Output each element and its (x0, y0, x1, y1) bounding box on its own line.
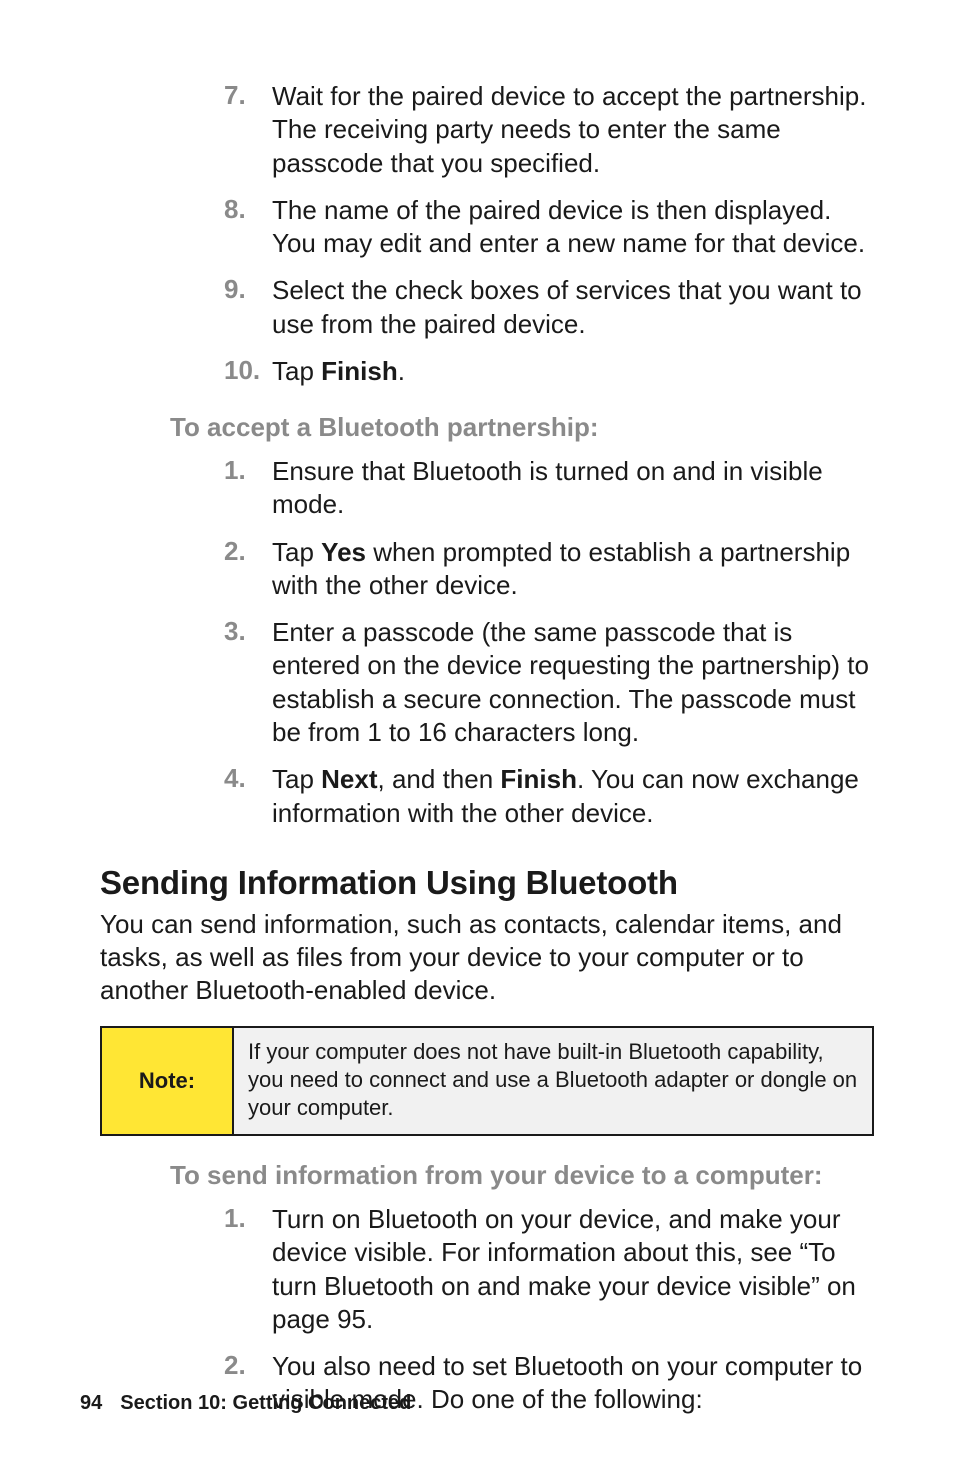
list-text: Turn on Bluetooth on your device, and ma… (272, 1203, 874, 1336)
page-footer: 94 Section 10: Getting Connected (80, 1392, 411, 1415)
page-number: 94 (80, 1392, 102, 1414)
note-body: If your computer does not have built-in … (234, 1028, 872, 1134)
list-text: Wait for the paired device to accept the… (272, 80, 874, 180)
list-text: The name of the paired device is then di… (272, 194, 874, 261)
subheading-send: To send information from your device to … (170, 1160, 874, 1191)
bold-run: Finish (321, 356, 398, 386)
list-marker: 4. (220, 763, 272, 830)
heading-sending-info: Sending Information Using Bluetooth (100, 864, 874, 902)
text-run: Tap (272, 356, 321, 386)
list-section-b: 1. Ensure that Bluetooth is turned on an… (220, 455, 874, 830)
page: 7. Wait for the paired device to accept … (0, 0, 954, 1471)
list-marker: 7. (220, 80, 272, 180)
text-run: , and then (378, 764, 501, 794)
list-marker: 8. (220, 194, 272, 261)
note-box: Note: If your computer does not have bui… (100, 1026, 874, 1136)
note-label: Note: (102, 1028, 234, 1134)
list-section-c: 1. Turn on Bluetooth on your device, and… (220, 1203, 874, 1417)
list-marker: 2. (220, 536, 272, 603)
text-run: . (398, 356, 405, 386)
list-item: 8. The name of the paired device is then… (220, 194, 874, 261)
list-section-a: 7. Wait for the paired device to accept … (220, 80, 874, 388)
bold-run: Next (321, 764, 377, 794)
list-item: 1. Turn on Bluetooth on your device, and… (220, 1203, 874, 1336)
list-item: 3. Enter a passcode (the same passcode t… (220, 616, 874, 749)
list-text: Tap Yes when prompted to establish a par… (272, 536, 874, 603)
list-item: 4. Tap Next, and then Finish. You can no… (220, 763, 874, 830)
list-item: 1. Ensure that Bluetooth is turned on an… (220, 455, 874, 522)
bold-run: Yes (321, 537, 366, 567)
list-marker: 3. (220, 616, 272, 749)
intro-paragraph: You can send information, such as contac… (100, 908, 874, 1008)
list-item: 2. Tap Yes when prompted to establish a … (220, 536, 874, 603)
list-item: 7. Wait for the paired device to accept … (220, 80, 874, 180)
list-text: Ensure that Bluetooth is turned on and i… (272, 455, 874, 522)
list-text: Enter a passcode (the same passcode that… (272, 616, 874, 749)
text-run: Tap (272, 764, 321, 794)
list-text: Tap Next, and then Finish. You can now e… (272, 763, 874, 830)
list-marker: 9. (220, 274, 272, 341)
list-marker: 1. (220, 455, 272, 522)
list-marker: 10. (220, 355, 272, 388)
subheading-accept: To accept a Bluetooth partnership: (170, 412, 874, 443)
list-item: 9. Select the check boxes of services th… (220, 274, 874, 341)
list-text: Select the check boxes of services that … (272, 274, 874, 341)
list-text: Tap Finish. (272, 355, 405, 388)
list-item: 10. Tap Finish. (220, 355, 874, 388)
text-run: Tap (272, 537, 321, 567)
list-marker: 1. (220, 1203, 272, 1336)
bold-run: Finish (500, 764, 577, 794)
section-title: Section 10: Getting Connected (120, 1392, 411, 1414)
